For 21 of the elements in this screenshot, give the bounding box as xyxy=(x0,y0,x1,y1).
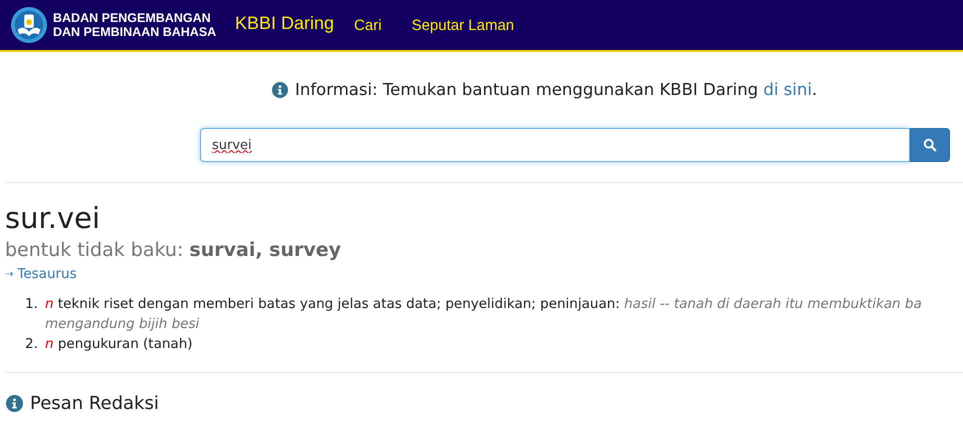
variant-forms: bentuk tidak baku: survai, survey xyxy=(5,239,342,261)
section-heading: Pesan Redaksi xyxy=(30,393,159,414)
arrow-icon: ⇢ xyxy=(5,268,14,280)
site-title-link[interactable]: KBBI Daring xyxy=(235,12,334,34)
nav-link[interactable]: Cari xyxy=(354,16,382,34)
definition-text: n pengukuran (tanah) xyxy=(45,336,193,352)
search-field[interactable]: survei xyxy=(200,128,910,162)
info-icon xyxy=(6,395,23,412)
sense-number: 2. xyxy=(25,335,39,354)
search-button[interactable] xyxy=(910,128,950,162)
organization-name: BADAN PENGEMBANGAN DAN PEMBINAAN BAHASA xyxy=(53,11,218,39)
definition-text: n teknik riset dengan memberi batas yang jelas atas data; penyelidikan; peninjauan: hasil -- tanah di daerah itu membuktikan ba mengandung bijih besi xyxy=(45,296,922,332)
headword: sur.vei xyxy=(5,201,102,235)
info-message: Informasi: Temukan bantuan menggunakan KBBI Daring di sini. xyxy=(295,80,818,99)
info-icon xyxy=(272,82,288,98)
search-icon xyxy=(923,138,937,152)
nav-link[interactable]: Seputar Laman xyxy=(412,16,514,34)
emblem-icon[interactable] xyxy=(10,6,48,44)
sense-number: 1. xyxy=(25,295,39,314)
help-link[interactable]: di sini xyxy=(763,80,812,99)
thesaurus-link[interactable]: Tesaurus xyxy=(17,266,77,282)
